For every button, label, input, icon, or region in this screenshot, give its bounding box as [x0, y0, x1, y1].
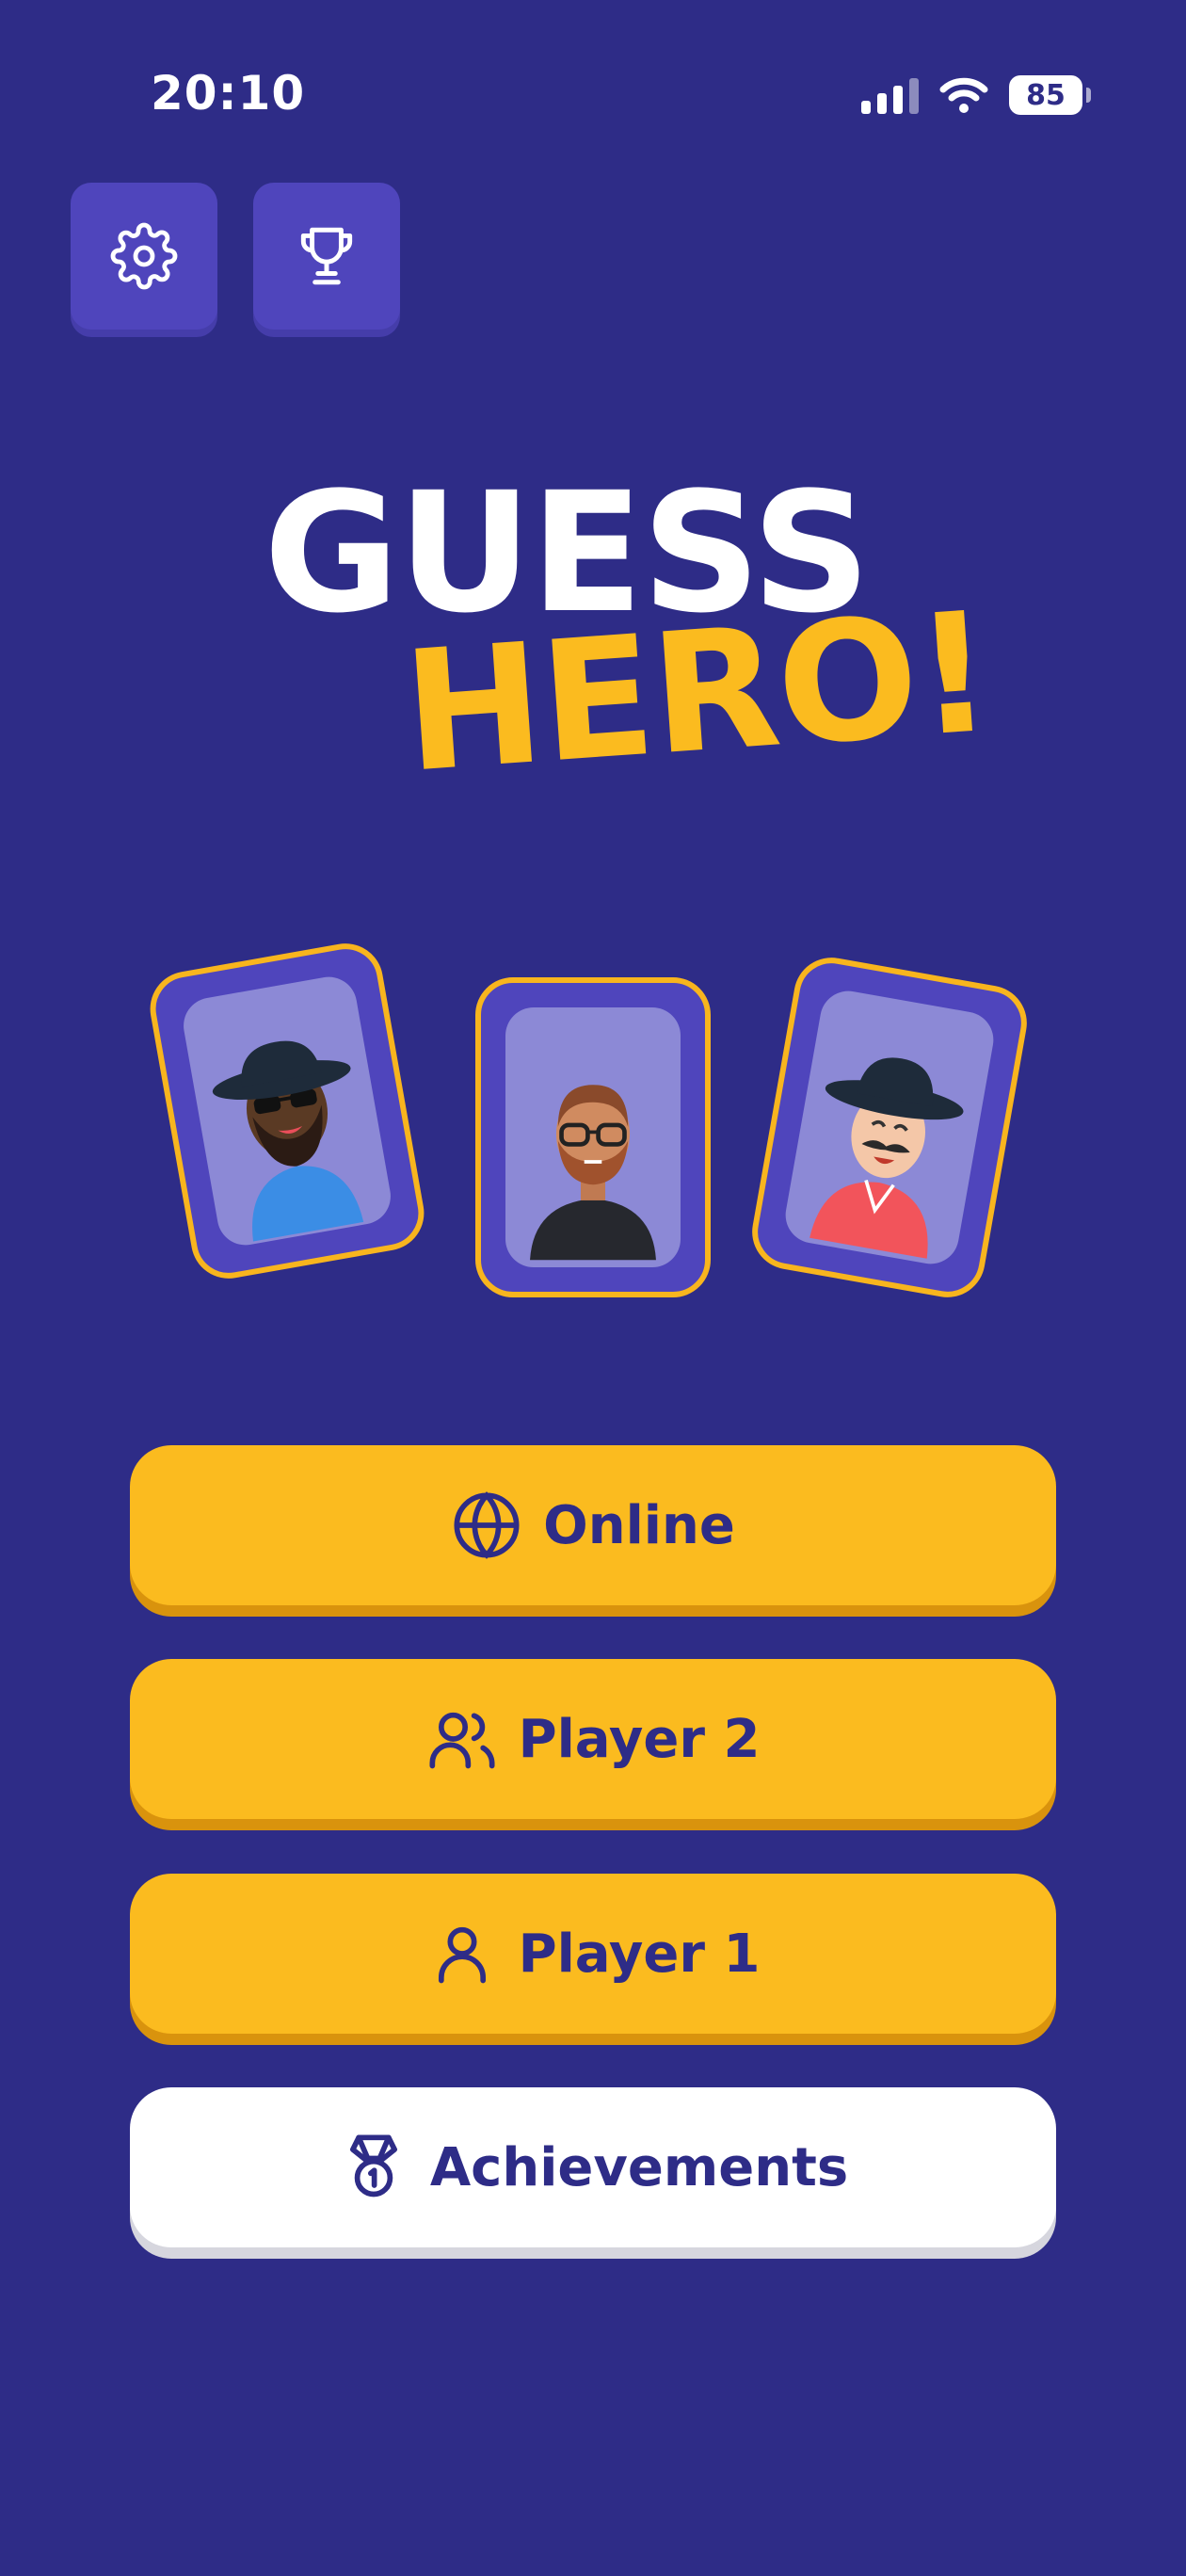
character-card-left	[144, 937, 430, 1285]
character-card-center	[475, 977, 711, 1297]
player2-button[interactable]: Player 2	[130, 1659, 1056, 1819]
users-icon	[429, 1712, 495, 1769]
card-face	[505, 1007, 681, 1267]
avatar-mustache-hat-icon	[809, 1057, 964, 1259]
player1-button[interactable]: Player 1	[130, 1874, 1056, 2034]
online-label: Online	[543, 1494, 735, 1556]
battery-level: 85	[1026, 78, 1066, 112]
avatar-sunglasses-hat-icon	[212, 1040, 364, 1242]
card-face	[179, 972, 395, 1250]
medal-icon	[349, 2134, 397, 2198]
achievements-button[interactable]: Achievements	[130, 2087, 1056, 2247]
card-face	[780, 986, 999, 1269]
character-card-right	[745, 951, 1034, 1304]
settings-button[interactable]	[71, 183, 217, 330]
gear-icon	[110, 222, 178, 290]
avatar-glasses-beard-icon	[530, 1085, 656, 1261]
signal-icon	[861, 76, 919, 114]
globe-icon	[454, 1491, 520, 1559]
player1-label: Player 1	[518, 1923, 761, 1985]
player2-label: Player 2	[518, 1708, 761, 1770]
trophy-icon	[300, 227, 353, 285]
status-icons: 85	[861, 72, 1091, 119]
battery-icon: 85	[1009, 75, 1091, 115]
status-time: 20:10	[151, 66, 306, 121]
user-icon	[438, 1926, 486, 1984]
leaderboard-button[interactable]	[253, 183, 400, 330]
wifi-icon	[939, 77, 988, 113]
title-hero: HERO!	[397, 575, 997, 810]
online-button[interactable]: Online	[130, 1445, 1056, 1605]
achievements-label: Achievements	[429, 2136, 849, 2198]
